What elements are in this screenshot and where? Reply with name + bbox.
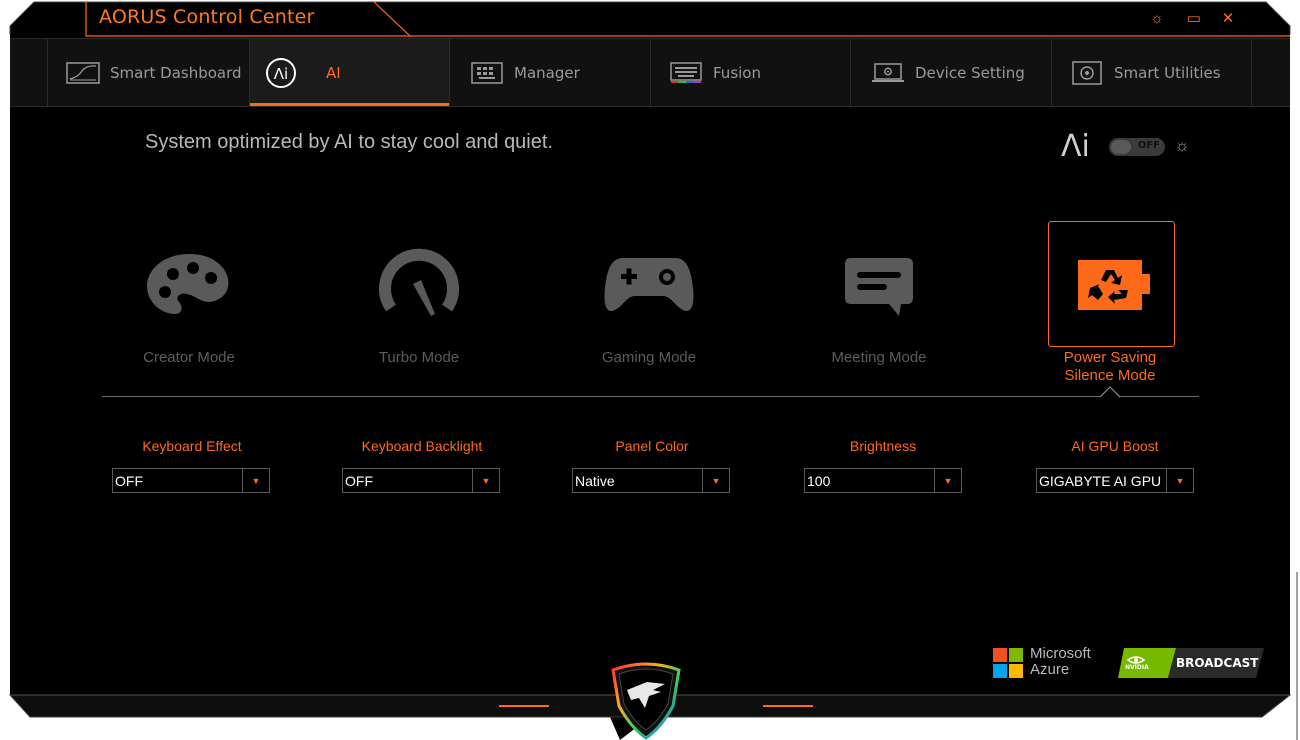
- broadcast-text: BROADCAST: [1176, 656, 1259, 670]
- tab-label: AI: [326, 63, 341, 82]
- tab-label: Fusion: [713, 63, 761, 82]
- dropdown-arrow-icon: ▼: [934, 469, 961, 492]
- mode-divider: [102, 396, 1199, 397]
- battery-recycle-icon: [1078, 260, 1150, 310]
- dropdown-arrow-icon: ▼: [702, 469, 729, 492]
- keyboard-grid-icon: [470, 61, 504, 85]
- mode-turbo[interactable]: [354, 220, 484, 350]
- mode-label-line2: Silence Mode: [1064, 367, 1156, 384]
- setting-label-keyboard-backlight: Keyboard Backlight: [361, 438, 483, 454]
- azure-text: Azure: [1030, 661, 1070, 678]
- app-window: AORUS Control Center ☼ ▭ ✕ Smart Dashboa…: [0, 0, 1300, 740]
- tab-smart-utilities[interactable]: Smart Utilities: [1051, 39, 1252, 106]
- tab-smart-dashboard[interactable]: Smart Dashboard: [47, 39, 249, 106]
- setting-label-keyboard-effect: Keyboard Effect: [142, 438, 242, 454]
- microsoft-logo: [993, 648, 1023, 678]
- mode-label-gaming: Gaming Mode: [601, 349, 697, 366]
- brightness-icon[interactable]: ☼: [1147, 9, 1167, 29]
- panel-color-select[interactable]: Native ▼: [572, 468, 730, 493]
- select-value: GIGABYTE AI GPU: [1039, 473, 1162, 489]
- dropdown-arrow-icon: ▼: [1166, 469, 1193, 492]
- brightness-select[interactable]: 100 ▼: [804, 468, 962, 493]
- ai-icon: Λi: [264, 57, 298, 88]
- close-icon[interactable]: ✕: [1218, 9, 1238, 29]
- active-tab-indicator: [250, 103, 449, 106]
- mode-label-line1: Power Saving: [1063, 349, 1157, 366]
- laptop-gear-icon: [871, 61, 905, 85]
- aorus-emblem-logo: [611, 662, 681, 740]
- svg-text:Λi: Λi: [274, 65, 288, 83]
- keyboard-effect-select[interactable]: OFF ▼: [112, 468, 270, 493]
- tab-label: Smart Utilities: [1114, 63, 1221, 82]
- toggle-knob: [1111, 140, 1131, 154]
- tab-ai[interactable]: Λi AI: [249, 39, 449, 106]
- maximize-icon[interactable]: ▭: [1184, 9, 1204, 29]
- setting-label-panel-color: Panel Color: [615, 438, 689, 454]
- mode-label-meeting: Meeting Mode: [831, 349, 927, 366]
- tab-label: Device Setting: [915, 63, 1025, 82]
- select-value: OFF: [345, 473, 373, 489]
- ai-gpu-boost-select[interactable]: GIGABYTE AI GPU ▼: [1036, 468, 1194, 493]
- app-title: AORUS Control Center: [99, 6, 315, 28]
- bottom-accent-left: [499, 705, 549, 707]
- microsoft-azure-text: Microsoft Azure: [1030, 646, 1091, 678]
- active-mode-pointer: [1100, 386, 1120, 398]
- tab-fusion[interactable]: Fusion: [650, 39, 850, 106]
- nvidia-text: NVIDIA: [1125, 664, 1149, 671]
- mode-label-turbo: Turbo Mode: [378, 349, 460, 366]
- select-value: OFF: [115, 473, 143, 489]
- mode-power-saving[interactable]: [1048, 221, 1175, 347]
- ai-toggle[interactable]: OFF: [1109, 138, 1165, 156]
- rgb-keyboard-icon: [669, 61, 703, 85]
- ai-logo: Λi: [1061, 129, 1090, 164]
- tab-bar: Smart Dashboard Λi AI Manager Fusion Dev…: [10, 38, 1290, 107]
- palette-icon: [147, 254, 229, 314]
- tab-label: Manager: [514, 63, 580, 82]
- mode-gaming[interactable]: [584, 220, 714, 350]
- tab-label: Smart Dashboard: [110, 63, 242, 82]
- toggle-label: OFF: [1137, 140, 1160, 151]
- chat-bubble-icon: [845, 258, 913, 316]
- mode-label-creator: Creator Mode: [143, 349, 235, 366]
- keyboard-backlight-select[interactable]: OFF ▼: [342, 468, 500, 493]
- ai-tagline: System optimized by AI to stay cool and …: [145, 131, 553, 153]
- utilities-icon: [1070, 60, 1104, 85]
- select-value: Native: [575, 473, 615, 489]
- gamepad-icon: [604, 258, 694, 312]
- speedometer-icon: [379, 248, 459, 316]
- setting-label-brightness: Brightness: [849, 438, 917, 454]
- mode-label-power-saving: Power Saving Silence Mode: [1010, 349, 1210, 385]
- tab-manager[interactable]: Manager: [449, 39, 650, 106]
- microsoft-text: Microsoft: [1030, 645, 1091, 662]
- dropdown-arrow-icon: ▼: [242, 469, 269, 492]
- sun-icon[interactable]: ☼: [1172, 136, 1192, 156]
- select-value: 100: [807, 473, 831, 489]
- mode-meeting[interactable]: [814, 220, 944, 350]
- mode-creator[interactable]: [124, 220, 254, 350]
- tab-device-setting[interactable]: Device Setting: [850, 39, 1051, 106]
- dropdown-arrow-icon: ▼: [472, 469, 499, 492]
- dashboard-icon: [66, 61, 100, 85]
- setting-label-ai-gpu-boost: AI GPU Boost: [1071, 438, 1159, 454]
- bottom-accent-right: [763, 705, 813, 707]
